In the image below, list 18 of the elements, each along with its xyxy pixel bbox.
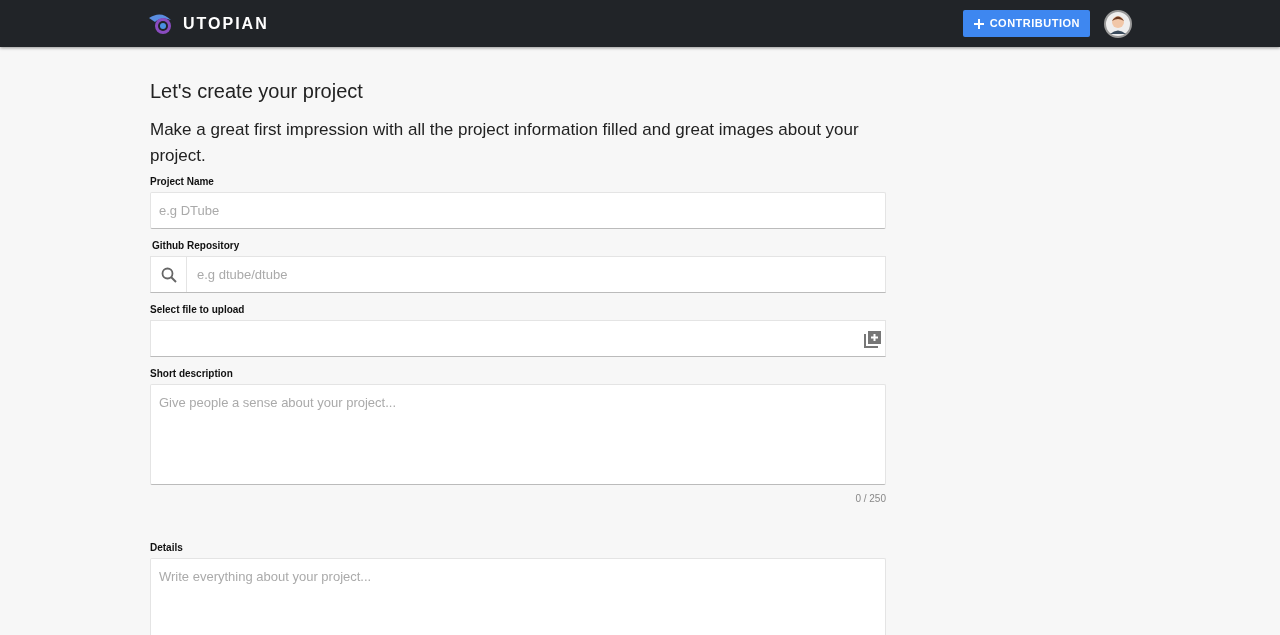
input-field[interactable]: e.g DTube	[150, 192, 886, 229]
brand-name: UTOPIAN	[183, 13, 269, 34]
field-label: Select file to upload	[150, 303, 246, 317]
page-heading: Let's create your project	[150, 79, 364, 103]
file-upload-field[interactable]	[150, 320, 886, 357]
text-area[interactable]: Give people a sense about your project...	[150, 384, 886, 485]
field-label: Github Repository	[152, 239, 241, 253]
search-icon	[160, 266, 177, 283]
field-label: Details	[150, 541, 184, 555]
field-label: Project Name	[150, 175, 215, 189]
character-counter: 0 / 250	[854, 492, 886, 506]
add-image-icon[interactable]	[863, 328, 883, 349]
page-subheading: Make a great first impression with all the project information filled and great images about your project.	[150, 119, 860, 167]
avatar-icon[interactable]	[1104, 9, 1132, 38]
contribution-button[interactable]: CONTRIBUTION	[962, 10, 1090, 37]
field-label: Short description	[150, 367, 234, 381]
text-area[interactable]: Write everything about your project...	[150, 558, 886, 635]
plus-icon	[972, 17, 985, 30]
